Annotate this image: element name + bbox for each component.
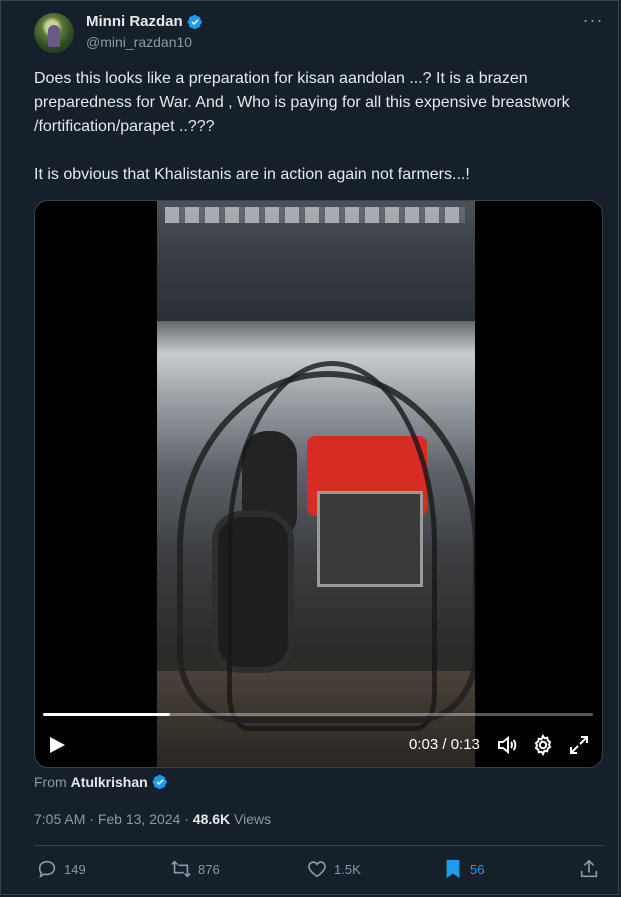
- views-label: Views: [234, 811, 272, 827]
- reply-count: 149: [64, 861, 86, 877]
- tweet-text: Does this looks like a preparation for k…: [34, 67, 594, 187]
- like-button[interactable]: 1.5K: [306, 858, 361, 880]
- share-icon: [580, 859, 598, 878]
- more-options-icon[interactable]: ···: [582, 11, 604, 33]
- video-progress-fill: [43, 713, 170, 716]
- tweet-paragraph-2: It is obvious that Khalistanis are in ac…: [34, 166, 470, 183]
- play-icon[interactable]: [47, 735, 67, 755]
- verified-badge-icon: [187, 14, 202, 29]
- bookmark-count: 56: [470, 861, 485, 877]
- author-name-row: Minni Razdan: [86, 13, 203, 30]
- author-name[interactable]: Minni Razdan: [86, 13, 183, 30]
- tweet-card: Minni Razdan @mini_razdan10 ··· Does thi…: [0, 0, 619, 895]
- reply-button[interactable]: 149: [36, 858, 86, 880]
- avatar[interactable]: [34, 13, 74, 53]
- tweet-header: Minni Razdan @mini_razdan10 ···: [34, 11, 604, 57]
- from-label: From: [34, 774, 67, 790]
- tweet-meta: 7:05 AM · Feb 13, 2024 · 48.6K Views: [34, 811, 271, 827]
- like-count: 1.5K: [334, 861, 361, 877]
- source-user[interactable]: Atulkrishan: [71, 774, 148, 790]
- video-progress-bar[interactable]: [43, 713, 593, 716]
- bookmark-button[interactable]: 56: [442, 858, 484, 880]
- tweet-paragraph-1: Does this looks like a preparation for k…: [34, 70, 570, 135]
- source-verified-badge-icon: [152, 774, 167, 790]
- video-source: From Atulkrishan: [34, 774, 168, 790]
- video-roof: [157, 201, 475, 321]
- video-frame[interactable]: [157, 201, 475, 767]
- fullscreen-icon[interactable]: [567, 733, 591, 757]
- author-handle[interactable]: @mini_razdan10: [86, 34, 192, 50]
- video-controls: 0:03 / 0:13: [35, 727, 602, 763]
- share-button[interactable]: [578, 858, 600, 880]
- repost-count: 876: [198, 861, 220, 877]
- action-bar: 149 876 1.5K 56: [34, 858, 604, 886]
- views-count: 48.6K: [192, 811, 231, 827]
- heart-icon: [308, 861, 326, 878]
- volume-icon[interactable]: [495, 733, 519, 757]
- reply-icon: [38, 860, 56, 879]
- meta-separator-2: ·: [184, 811, 189, 827]
- video-time: 0:03 / 0:13: [409, 736, 480, 753]
- repost-button[interactable]: 876: [170, 858, 220, 880]
- repost-icon: [171, 860, 191, 878]
- tweet-date[interactable]: Feb 13, 2024: [98, 811, 181, 827]
- settings-gear-icon[interactable]: [531, 733, 555, 757]
- bookmark-icon: [446, 859, 460, 879]
- divider: [34, 845, 604, 846]
- tweet-time[interactable]: 7:05 AM: [34, 811, 85, 827]
- video-player[interactable]: 0:03 / 0:13: [34, 200, 603, 768]
- meta-separator-1: ·: [89, 811, 94, 827]
